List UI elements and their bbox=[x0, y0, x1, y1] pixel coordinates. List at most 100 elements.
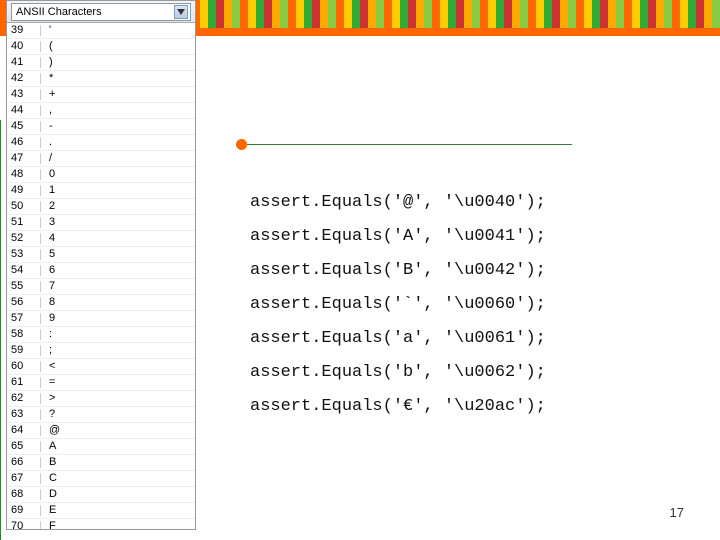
char-glyph: A bbox=[41, 441, 195, 452]
table-row[interactable]: 480 bbox=[7, 167, 195, 183]
char-glyph: * bbox=[41, 73, 195, 84]
table-row[interactable]: 491 bbox=[7, 183, 195, 199]
char-glyph: , bbox=[41, 105, 195, 116]
char-code: 51 bbox=[7, 217, 41, 228]
char-glyph: F bbox=[41, 521, 195, 529]
table-row[interactable]: 45- bbox=[7, 119, 195, 135]
char-code: 69 bbox=[7, 505, 41, 516]
char-code: 47 bbox=[7, 153, 41, 164]
char-code: 48 bbox=[7, 169, 41, 180]
table-row[interactable]: 502 bbox=[7, 199, 195, 215]
char-glyph: 1 bbox=[41, 185, 195, 196]
table-row[interactable]: 513 bbox=[7, 215, 195, 231]
char-glyph: 6 bbox=[41, 265, 195, 276]
table-row[interactable]: 67C bbox=[7, 471, 195, 487]
code-block: assert.Equals('@', '\u0040'); assert.Equ… bbox=[250, 186, 692, 424]
table-row[interactable]: 39' bbox=[7, 23, 195, 39]
char-code: 68 bbox=[7, 489, 41, 500]
charset-dropdown[interactable]: ANSII Characters bbox=[11, 3, 191, 21]
table-row[interactable]: 69E bbox=[7, 503, 195, 519]
char-code: 53 bbox=[7, 249, 41, 260]
table-row[interactable]: 535 bbox=[7, 247, 195, 263]
char-glyph: < bbox=[41, 361, 195, 372]
char-glyph: 5 bbox=[41, 249, 195, 260]
dropdown-label: ANSII Characters bbox=[16, 6, 102, 18]
table-row[interactable]: 40( bbox=[7, 39, 195, 55]
table-row[interactable]: 62> bbox=[7, 391, 195, 407]
char-glyph: ? bbox=[41, 409, 195, 420]
char-code: 54 bbox=[7, 265, 41, 276]
table-row[interactable]: 46. bbox=[7, 135, 195, 151]
char-glyph: / bbox=[41, 153, 195, 164]
table-row[interactable]: 58: bbox=[7, 327, 195, 343]
characters-panel: ANSII Characters 39'40(41)42*43+44,45-46… bbox=[6, 0, 196, 530]
char-glyph: B bbox=[41, 457, 195, 468]
table-row[interactable]: 524 bbox=[7, 231, 195, 247]
chevron-down-icon[interactable] bbox=[174, 5, 188, 19]
char-glyph: D bbox=[41, 489, 195, 500]
char-glyph: 2 bbox=[41, 201, 195, 212]
char-code: 55 bbox=[7, 281, 41, 292]
table-row[interactable]: 44, bbox=[7, 103, 195, 119]
char-code: 70 bbox=[7, 521, 41, 529]
table-row[interactable]: 65A bbox=[7, 439, 195, 455]
char-code: 64 bbox=[7, 425, 41, 436]
char-code: 49 bbox=[7, 185, 41, 196]
table-row[interactable]: 47/ bbox=[7, 151, 195, 167]
char-glyph: > bbox=[41, 393, 195, 404]
table-row[interactable]: 70F bbox=[7, 519, 195, 529]
table-row[interactable]: 568 bbox=[7, 295, 195, 311]
char-glyph: 0 bbox=[41, 169, 195, 180]
table-row[interactable]: 557 bbox=[7, 279, 195, 295]
char-glyph: 9 bbox=[41, 313, 195, 324]
char-code: 42 bbox=[7, 73, 41, 84]
char-code: 62 bbox=[7, 393, 41, 404]
char-code: 67 bbox=[7, 473, 41, 484]
table-row[interactable]: 43+ bbox=[7, 87, 195, 103]
char-code: 45 bbox=[7, 121, 41, 132]
char-code: 56 bbox=[7, 297, 41, 308]
char-glyph: ' bbox=[41, 25, 195, 36]
char-code: 59 bbox=[7, 345, 41, 356]
char-glyph: - bbox=[41, 121, 195, 132]
char-code: 44 bbox=[7, 105, 41, 116]
table-row[interactable]: 41) bbox=[7, 55, 195, 71]
char-glyph: @ bbox=[41, 425, 195, 436]
char-code: 65 bbox=[7, 441, 41, 452]
char-code: 61 bbox=[7, 377, 41, 388]
char-code: 63 bbox=[7, 409, 41, 420]
bullet-dot-icon bbox=[236, 139, 247, 150]
char-code: 39 bbox=[7, 25, 41, 36]
table-row[interactable]: 546 bbox=[7, 263, 195, 279]
heading-rule bbox=[242, 144, 572, 145]
char-code: 41 bbox=[7, 57, 41, 68]
page-number: 17 bbox=[670, 505, 684, 520]
char-glyph: = bbox=[41, 377, 195, 388]
table-row[interactable]: 64@ bbox=[7, 423, 195, 439]
char-code: 66 bbox=[7, 457, 41, 468]
table-row[interactable]: 68D bbox=[7, 487, 195, 503]
table-row[interactable]: 61= bbox=[7, 375, 195, 391]
char-code: 43 bbox=[7, 89, 41, 100]
table-row[interactable]: 42* bbox=[7, 71, 195, 87]
table-row[interactable]: 66B bbox=[7, 455, 195, 471]
char-code: 40 bbox=[7, 41, 41, 52]
char-glyph: . bbox=[41, 137, 195, 148]
character-grid[interactable]: 39'40(41)42*43+44,45-46.47/4804915025135… bbox=[7, 23, 195, 529]
char-code: 46 bbox=[7, 137, 41, 148]
char-glyph: : bbox=[41, 329, 195, 340]
char-code: 58 bbox=[7, 329, 41, 340]
table-row[interactable]: 579 bbox=[7, 311, 195, 327]
main-area: assert.Equals('@', '\u0040'); assert.Equ… bbox=[200, 36, 712, 532]
char-glyph: 3 bbox=[41, 217, 195, 228]
panel-header: ANSII Characters bbox=[7, 1, 195, 23]
char-glyph: E bbox=[41, 505, 195, 516]
table-row[interactable]: 60< bbox=[7, 359, 195, 375]
table-row[interactable]: 59; bbox=[7, 343, 195, 359]
char-glyph: ( bbox=[41, 41, 195, 52]
table-row[interactable]: 63? bbox=[7, 407, 195, 423]
char-glyph: 7 bbox=[41, 281, 195, 292]
char-glyph: ; bbox=[41, 345, 195, 356]
char-glyph: ) bbox=[41, 57, 195, 68]
char-glyph: + bbox=[41, 89, 195, 100]
